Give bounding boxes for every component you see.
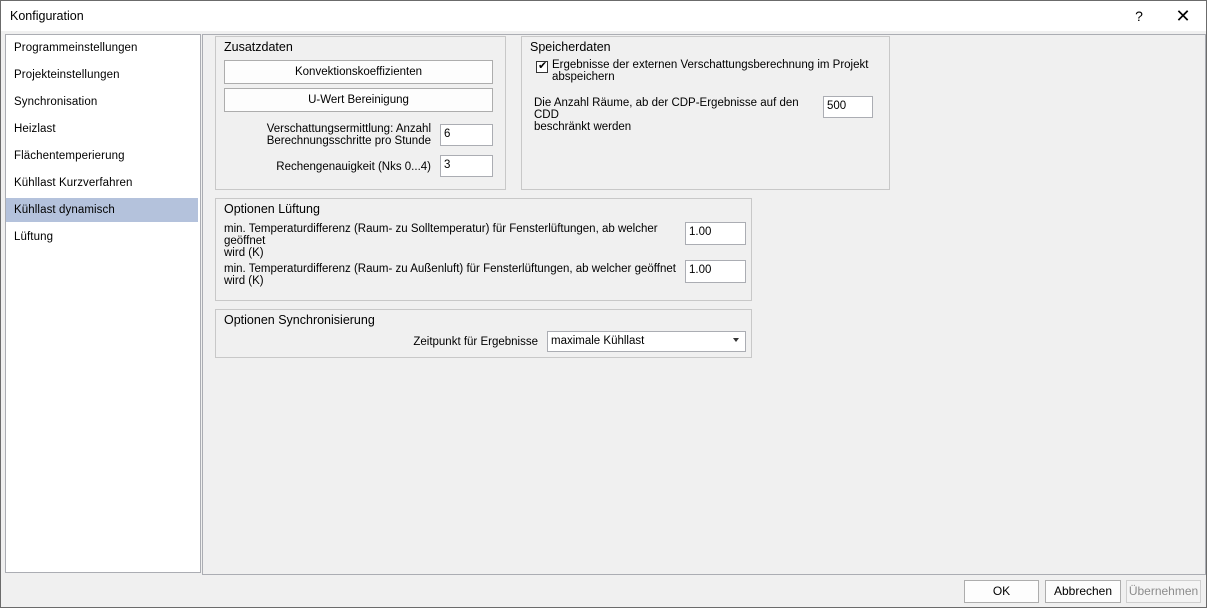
room-count-input[interactable]: 500 bbox=[823, 96, 873, 118]
zeitpunkt-select[interactable]: maximale Kühllast bbox=[547, 331, 746, 352]
sidebar-item-kuehllast-dynamisch[interactable]: Kühllast dynamisch bbox=[6, 198, 198, 222]
checkmark-icon: ✔ bbox=[538, 60, 548, 72]
sidebar-item-heizlast[interactable]: Heizlast bbox=[6, 117, 198, 141]
verschattung-label: Verschattungsermittlung: Anzahl Berechnu… bbox=[224, 123, 431, 147]
save-shading-results-label: Ergebnisse der externen Verschattungsber… bbox=[552, 59, 882, 83]
speicherdaten-title: Speicherdaten bbox=[530, 40, 611, 54]
help-icon: ? bbox=[1135, 8, 1143, 24]
sidebar-item-programmeinstellungen[interactable]: Programmeinstellungen bbox=[6, 36, 198, 60]
solltemperatur-diff-input[interactable]: 1.00 bbox=[685, 222, 746, 245]
sidebar-item-synchronisation[interactable]: Synchronisation bbox=[6, 90, 198, 114]
dropdown-arrow-icon bbox=[733, 338, 739, 342]
verschattung-steps-input[interactable]: 6 bbox=[440, 124, 493, 146]
rechengenauigkeit-input[interactable]: 3 bbox=[440, 155, 493, 177]
save-shading-results-checkbox[interactable]: ✔ bbox=[536, 60, 548, 73]
title-bar: Konfiguration ? ✕ bbox=[1, 1, 1206, 31]
verschattung-label-line1: Verschattungsermittlung: Anzahl bbox=[266, 123, 431, 135]
save-shading-results-label-line1: Ergebnisse der externen Verschattungsber… bbox=[552, 59, 869, 71]
close-icon: ✕ bbox=[1175, 5, 1191, 26]
solltemperatur-diff-label-line1: min. Temperaturdifferenz (Raum- zu Sollt… bbox=[224, 223, 658, 247]
help-button[interactable]: ? bbox=[1117, 1, 1161, 31]
sidebar-item-flaechentemperierung[interactable]: Flächentemperierung bbox=[6, 144, 198, 168]
room-count-label: Die Anzahl Räume, ab der CDP-Ergebnisse … bbox=[534, 97, 824, 133]
zeitpunkt-label: Zeitpunkt für Ergebnisse bbox=[413, 336, 538, 348]
aussenluft-diff-input[interactable]: 1.00 bbox=[685, 260, 746, 283]
solltemperatur-diff-label-line2: wird (K) bbox=[224, 247, 264, 259]
verschattung-label-line2: Berechnungsschritte pro Stunde bbox=[266, 135, 431, 147]
lueftung-options-title: Optionen Lüftung bbox=[224, 202, 320, 216]
sidebar-item-lueftung[interactable]: Lüftung bbox=[6, 225, 198, 249]
window-title: Konfiguration bbox=[10, 9, 84, 23]
save-shading-results-label-line2: abspeichern bbox=[552, 71, 615, 83]
u-wert-bereinigung-button[interactable]: U-Wert Bereinigung bbox=[224, 88, 493, 112]
configuration-dialog: Konfiguration ? ✕ Programmeinstellungen … bbox=[0, 0, 1207, 608]
room-count-label-line2: beschränkt werden bbox=[534, 121, 632, 133]
rechengenauigkeit-label: Rechengenauigkeit (Nks 0...4) bbox=[276, 161, 431, 173]
settings-panel: Zusatzdaten Konvektionskoeffizienten U-W… bbox=[202, 34, 1206, 575]
settings-nav-list: Programmeinstellungen Projekteinstellung… bbox=[5, 34, 201, 573]
lueftung-options-group: Optionen Lüftung min. Temperaturdifferen… bbox=[215, 198, 752, 301]
ok-button[interactable]: OK bbox=[964, 580, 1039, 603]
close-button[interactable]: ✕ bbox=[1161, 1, 1205, 31]
konvektionskoeffizienten-button[interactable]: Konvektionskoeffizienten bbox=[224, 60, 493, 84]
apply-button[interactable]: Übernehmen bbox=[1126, 580, 1201, 603]
sidebar-item-projekteinstellungen[interactable]: Projekteinstellungen bbox=[6, 63, 198, 87]
sidebar-item-kuehllast-kurzverfahren[interactable]: Kühllast Kurzverfahren bbox=[6, 171, 198, 195]
sync-options-group: Optionen Synchronisierung Zeitpunkt für … bbox=[215, 309, 752, 358]
sync-options-title: Optionen Synchronisierung bbox=[224, 313, 375, 327]
zusatzdaten-title: Zusatzdaten bbox=[224, 40, 293, 54]
zeitpunkt-selected-value: maximale Kühllast bbox=[551, 335, 645, 347]
aussenluft-diff-label: min. Temperaturdifferenz (Raum- zu Außen… bbox=[224, 263, 676, 287]
room-count-label-line1: Die Anzahl Räume, ab der CDP-Ergebnisse … bbox=[534, 97, 799, 121]
zusatzdaten-group: Zusatzdaten Konvektionskoeffizienten U-W… bbox=[215, 36, 506, 190]
solltemperatur-diff-label: min. Temperaturdifferenz (Raum- zu Sollt… bbox=[224, 223, 674, 259]
speicherdaten-group: Speicherdaten ✔ Ergebnisse der externen … bbox=[521, 36, 890, 190]
cancel-button[interactable]: Abbrechen bbox=[1045, 580, 1121, 603]
